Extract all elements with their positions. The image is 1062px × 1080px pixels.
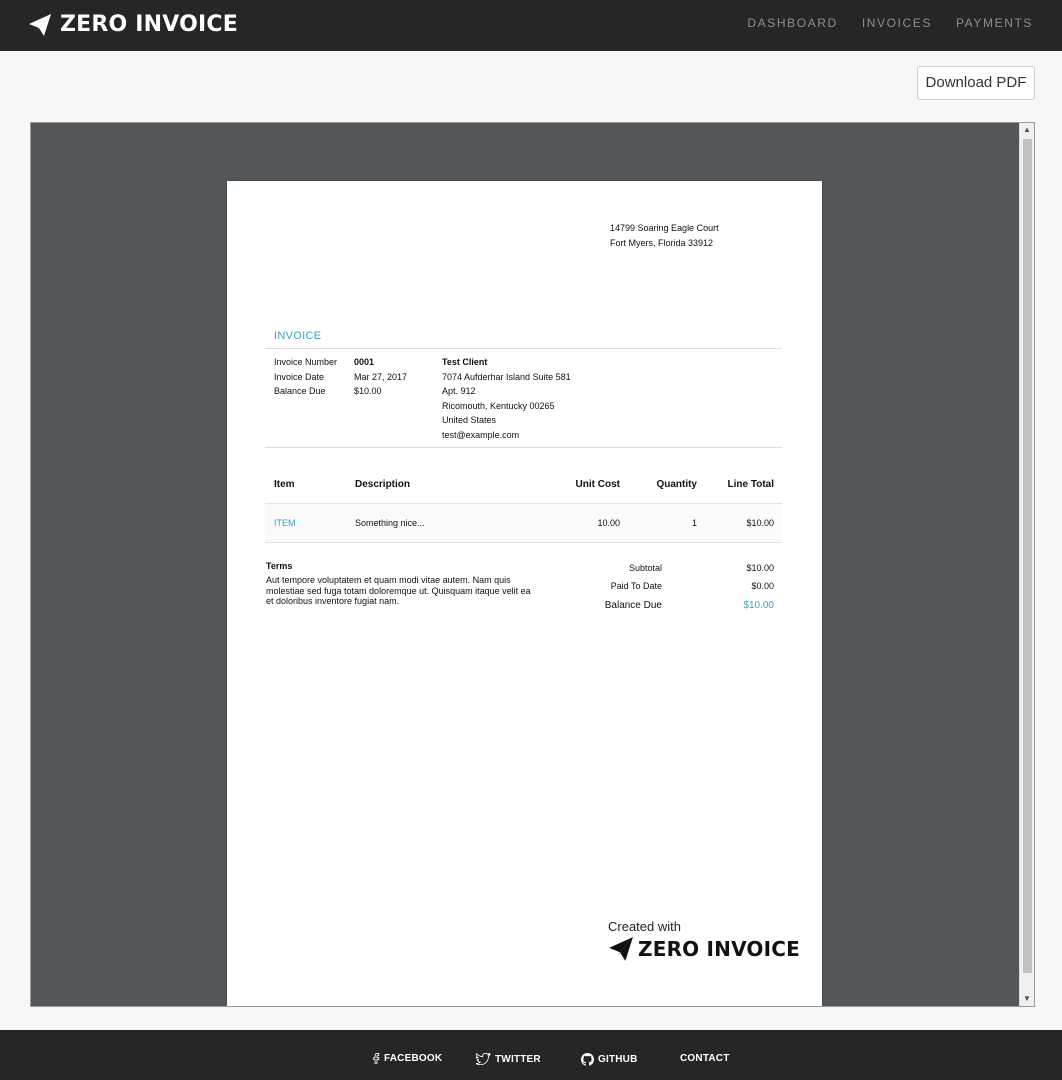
nav-dashboard[interactable]: DASHBOARD [747,16,837,30]
pdf-viewer[interactable]: ▲ ▼ 14799 Soaring Eagle Court Fort Myers… [30,122,1035,1007]
invoice-date: Mar 27, 2017 [354,371,408,382]
github-icon [581,1053,594,1066]
invoice-heading: INVOICE [274,330,322,342]
col-header-line-total: Line Total [727,479,774,490]
item-quantity: 1 [691,518,697,528]
subtotal-label: Subtotal [628,563,662,573]
balance-due-label: Balance Due [604,600,662,611]
subtotal-value: $10.00 [746,563,774,573]
scrollbar-thumb[interactable] [1023,139,1032,973]
client-address: Test Client 7074 Aufderhar Island Suite … [442,357,571,440]
paper-plane-icon [609,937,633,961]
footer-link-github[interactable]: GITHUB [581,1053,638,1066]
nav-payments[interactable]: PAYMENTS [956,16,1033,30]
item-line-total: $10.00 [746,518,774,528]
col-header-item: Item [274,479,295,490]
main-nav: DASHBOARD INVOICES PAYMENTS [723,16,1033,30]
terms-text: Aut tempore voluptatem et quam modi vita… [266,575,531,606]
paper-plane-icon [29,14,51,36]
table-row [265,503,782,543]
divider [265,447,782,448]
created-with-label: Created with [608,919,681,934]
invoice-number: 0001 [354,357,375,367]
col-header-unit-cost: Unit Cost [575,479,620,490]
site-footer: FACEBOOK TWITTER GITHUB CONTACT [0,1030,1062,1080]
footer-link-facebook[interactable]: FACEBOOK [372,1053,442,1064]
client-name: Test Client [442,357,488,367]
footer-brand-logo: ZERO INVOICE [608,936,800,962]
footer-link-twitter[interactable]: TWITTER [476,1053,541,1065]
twitter-icon [476,1053,491,1065]
brand-name: ZERO INVOICE [60,12,238,37]
nav-invoices[interactable]: INVOICES [862,16,932,30]
balance-due-total: $10.00 [743,600,774,611]
meta-label: Invoice Date [274,371,325,382]
sender-address: 14799 Soaring Eagle Court Fort Myers, Fl… [610,223,719,248]
paid-to-date-value: $0.00 [751,581,774,591]
divider [265,348,782,349]
scroll-down-arrow-icon[interactable]: ▼ [1020,992,1034,1006]
meta-label: Invoice Number [274,357,338,367]
invoice-meta: Invoice Number 0001 Invoice Date Mar 27,… [274,355,407,399]
col-header-quantity: Quantity [656,479,697,490]
paid-to-date-label: Paid To Date [610,581,662,591]
item-name: ITEM [274,518,296,528]
facebook-icon [373,1053,380,1064]
invoice-page: 14799 Soaring Eagle Court Fort Myers, Fl… [227,181,822,1006]
scroll-up-arrow-icon[interactable]: ▲ [1020,123,1034,137]
footer-link-contact[interactable]: CONTACT [680,1053,730,1064]
terms-heading: Terms [266,561,293,571]
col-header-description: Description [355,479,411,490]
footer-brand-name: ZERO INVOICE [638,937,801,961]
brand-logo[interactable]: ZERO INVOICE [28,12,238,38]
item-unit-cost: 10.00 [597,518,620,528]
top-navbar: ZERO INVOICE DASHBOARD INVOICES PAYMENTS [0,0,1062,51]
item-description: Something nice... [355,518,425,528]
vertical-scrollbar[interactable]: ▲ ▼ [1019,123,1034,1006]
download-pdf-button[interactable]: Download PDF [917,66,1035,100]
balance-due-value: $10.00 [354,386,382,396]
meta-label: Balance Due [274,386,326,396]
